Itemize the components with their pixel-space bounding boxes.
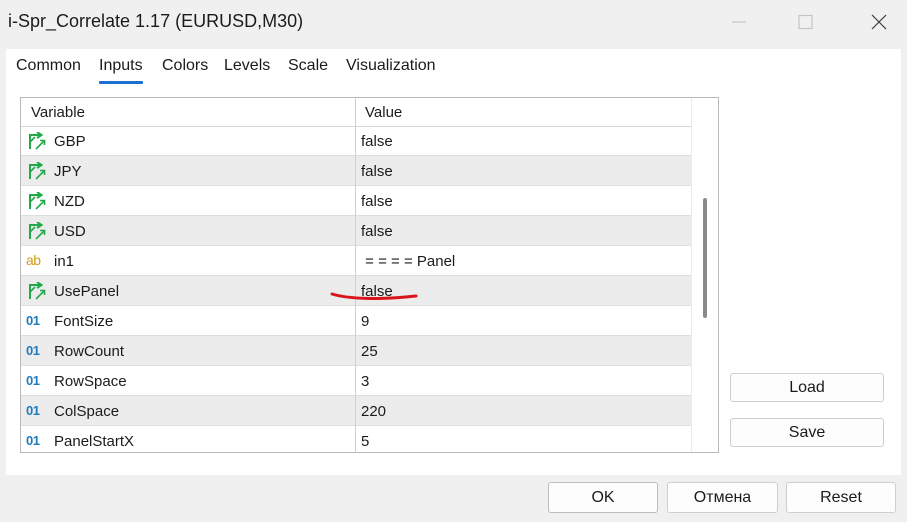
column-divider — [355, 216, 356, 246]
string-ab-icon: ab — [26, 252, 41, 268]
table-row[interactable]: JPY false — [21, 156, 691, 186]
red-underline-annotation — [330, 292, 418, 300]
table-row[interactable]: 01 ColSpace 220 — [21, 396, 691, 426]
dialog-content: Common Inputs Colors Levels Scale Visual… — [6, 49, 901, 475]
variable-name: ColSpace — [54, 403, 120, 420]
column-divider — [355, 156, 356, 186]
tab-common[interactable]: Common — [16, 57, 81, 75]
variable-name: RowCount — [54, 343, 125, 360]
table-row[interactable]: USD false — [21, 216, 691, 246]
variable-value[interactable]: false — [361, 163, 393, 180]
cancel-button[interactable]: Отмена — [667, 482, 778, 513]
integer-01-icon: 01 — [26, 433, 40, 448]
integer-01-icon: 01 — [26, 313, 40, 328]
table-row[interactable]: ab in1 = = = = Panel — [21, 246, 691, 276]
integer-01-icon: 01 — [26, 403, 40, 418]
table-row[interactable]: 01 FontSize 9 — [21, 306, 691, 336]
vertical-scrollbar[interactable] — [691, 98, 718, 452]
integer-01-icon: 01 — [26, 343, 40, 358]
minimize-icon — [732, 21, 746, 23]
variable-name: JPY — [54, 163, 82, 180]
header-variable[interactable]: Variable — [31, 104, 85, 121]
column-divider — [355, 396, 356, 426]
variable-value[interactable]: 25 — [361, 343, 378, 360]
variable-value[interactable]: false — [361, 223, 393, 240]
table-row[interactable]: NZD false — [21, 186, 691, 216]
variable-name: FontSize — [54, 313, 114, 330]
variable-name: in1 — [54, 253, 75, 270]
variable-name: PanelStartX — [54, 433, 135, 450]
maximize-icon — [798, 14, 813, 30]
tab-bar: Common Inputs Colors Levels Scale Visual… — [6, 49, 901, 85]
inputs-grid: Variable Value GBP false JPY false NZD false U… — [20, 97, 719, 453]
variable-name: UsePanel — [54, 283, 120, 300]
column-divider — [355, 126, 356, 156]
variable-name: RowSpace — [54, 373, 127, 390]
variable-value[interactable]: 3 — [361, 373, 369, 390]
tab-levels[interactable]: Levels — [224, 57, 270, 75]
tab-visualization[interactable]: Visualization — [346, 57, 436, 75]
variable-value[interactable]: false — [361, 133, 393, 150]
minimize-button[interactable] — [716, 0, 762, 44]
bool-arrow-icon — [27, 161, 47, 180]
maximize-button[interactable] — [782, 0, 828, 44]
bool-arrow-icon — [27, 221, 47, 240]
variable-value[interactable]: false — [361, 193, 393, 210]
bool-arrow-icon — [27, 191, 47, 210]
grid-header: Variable Value — [21, 98, 691, 127]
variable-value[interactable]: 9 — [361, 313, 369, 330]
integer-01-icon: 01 — [26, 373, 40, 388]
column-divider — [355, 366, 356, 396]
tab-colors[interactable]: Colors — [162, 57, 208, 75]
table-row[interactable]: GBP false — [21, 126, 691, 156]
table-row[interactable]: 01 RowCount 25 — [21, 336, 691, 366]
table-row[interactable]: 01 PanelStartX 5 — [21, 426, 691, 452]
tab-scale[interactable]: Scale — [288, 57, 328, 75]
save-button[interactable]: Save — [730, 418, 884, 447]
header-value[interactable]: Value — [365, 104, 402, 121]
close-icon — [871, 14, 887, 30]
variable-value[interactable]: = = = = Panel — [361, 253, 455, 270]
variable-value[interactable]: 220 — [361, 403, 386, 420]
variable-value[interactable]: 5 — [361, 433, 369, 450]
column-divider — [355, 246, 356, 276]
bool-arrow-icon — [27, 131, 47, 150]
bool-arrow-icon — [27, 281, 47, 300]
reset-button[interactable]: Reset — [786, 482, 896, 513]
ok-button[interactable]: OK — [548, 482, 658, 513]
variable-name: USD — [54, 223, 86, 240]
window-title: i-Spr_Correlate 1.17 (EURUSD,M30) — [8, 11, 304, 31]
header-divider[interactable] — [355, 98, 356, 126]
scrollbar-thumb[interactable] — [703, 198, 707, 318]
close-button[interactable] — [856, 0, 902, 44]
column-divider — [355, 336, 356, 366]
variable-name: GBP — [54, 133, 86, 150]
column-divider — [355, 426, 356, 452]
tab-inputs[interactable]: Inputs — [99, 57, 143, 84]
variable-name: NZD — [54, 193, 85, 210]
title-bar: i-Spr_Correlate 1.17 (EURUSD,M30) — [0, 0, 907, 44]
table-row[interactable]: 01 RowSpace 3 — [21, 366, 691, 396]
column-divider — [355, 306, 356, 336]
column-divider — [355, 186, 356, 216]
load-button[interactable]: Load — [730, 373, 884, 402]
